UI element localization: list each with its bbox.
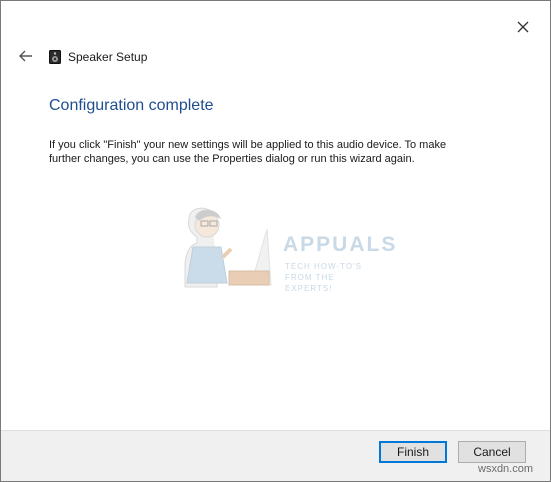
- button-bar: Finish Cancel: [1, 430, 550, 481]
- watermark-tagline: TECH HOW-TO'S FROM THE EXPERTS!: [285, 262, 362, 293]
- dialog-window: Speaker Setup Configuration complete If …: [0, 0, 551, 482]
- finish-button[interactable]: Finish: [379, 441, 447, 463]
- speaker-icon: [49, 50, 61, 64]
- cancel-button[interactable]: Cancel: [458, 441, 526, 463]
- back-arrow-icon: [19, 50, 32, 62]
- back-button[interactable]: [15, 45, 37, 67]
- watermark-title: APPUALS: [283, 233, 398, 256]
- close-button[interactable]: [509, 13, 537, 41]
- site-watermark: wsxdn.com: [478, 463, 534, 475]
- page-heading: Configuration complete: [49, 97, 214, 114]
- close-icon: [517, 21, 529, 33]
- description-text: If you click "Finish" your new settings …: [49, 139, 447, 165]
- window-title: Speaker Setup: [68, 50, 148, 64]
